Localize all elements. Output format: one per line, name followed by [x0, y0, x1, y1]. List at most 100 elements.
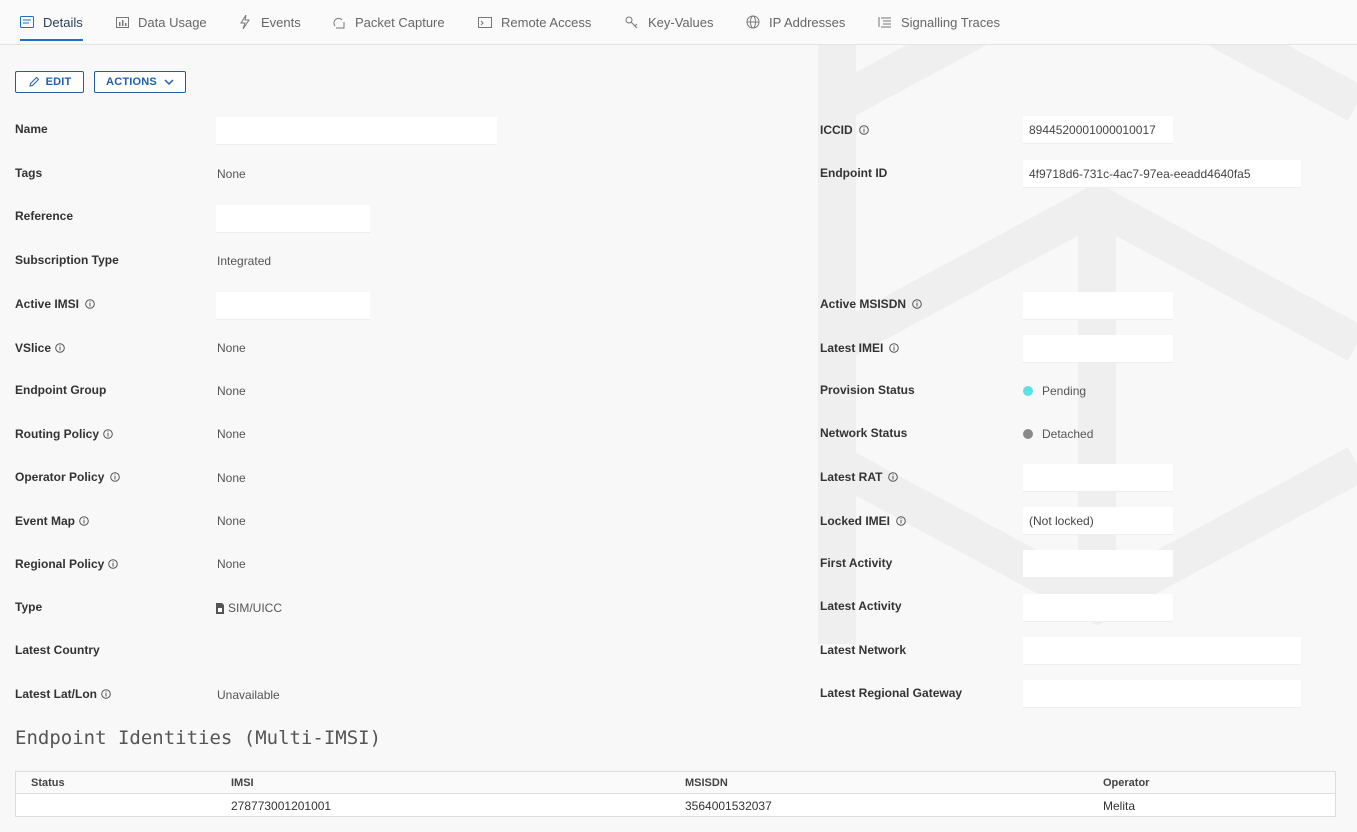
actions-label: ACTIONS [106, 76, 157, 88]
info-icon[interactable] [912, 299, 922, 309]
active-imsi-value [216, 292, 370, 320]
type-value: SIM/UICC [216, 601, 282, 615]
latest-network-label: Latest Network [820, 643, 907, 657]
subscription-type-value: Integrated [217, 254, 272, 268]
latest-imei-label: Latest IMEI [820, 341, 900, 355]
info-icon[interactable] [858, 125, 869, 135]
tab-label: IP Addresses [769, 14, 846, 30]
info-icon[interactable] [108, 559, 119, 569]
chevron-down-icon [164, 78, 174, 86]
endpoint-group-value: None [217, 384, 246, 398]
latest-rat-value [1023, 464, 1173, 492]
tab-label: Events [261, 14, 301, 30]
table-header: Status IMSI MSISDN Operator [16, 772, 1335, 794]
column-header-msisdn[interactable]: MSISDN [685, 777, 728, 789]
locked-imei-value: (Not locked) [1023, 507, 1173, 535]
regional-policy-label: Regional Policy [15, 557, 119, 571]
latest-lat-lon-label: Latest Lat/Lon [15, 687, 111, 701]
key-icon [625, 15, 639, 29]
info-icon[interactable] [103, 429, 113, 439]
regional-policy-value: None [217, 557, 246, 571]
provision-status-label: Provision Status [820, 383, 915, 397]
latest-imei-value [1023, 335, 1173, 363]
info-icon[interactable] [888, 472, 899, 482]
operator-policy-value: None [217, 471, 246, 485]
active-msisdn-label: Active MSISDN [820, 297, 922, 311]
vslice-value: None [217, 341, 246, 355]
tab-details[interactable]: Details [20, 0, 83, 44]
event-map-label: Event Map [15, 514, 89, 528]
capture-icon [332, 15, 346, 29]
latest-regional-gateway-value [1023, 680, 1301, 708]
globe-icon [746, 15, 760, 29]
pencil-icon [28, 76, 40, 88]
column-header-status[interactable]: Status [31, 777, 65, 789]
column-header-imsi[interactable]: IMSI [231, 777, 254, 789]
latest-country-label: Latest Country [15, 643, 100, 657]
tags-value: None [217, 167, 246, 181]
identities-table: Status IMSI MSISDN Operator 278773001201… [15, 771, 1336, 817]
info-icon[interactable] [896, 516, 906, 526]
info-icon[interactable] [79, 516, 89, 526]
latest-regional-gateway-label: Latest Regional Gateway [820, 686, 963, 700]
tab-label: Details [43, 14, 83, 30]
endpoint-group-label: Endpoint Group [15, 383, 107, 397]
routing-policy-value: None [217, 427, 246, 441]
tab-label: Signalling Traces [901, 14, 1000, 30]
tab-packet-capture[interactable]: Packet Capture [332, 0, 445, 44]
tags-label: Tags [15, 166, 43, 180]
tab-bar: Details Data Usage Events Packet Capture… [0, 0, 1357, 45]
tab-key-values[interactable]: Key-Values [625, 0, 714, 44]
tab-remote-access[interactable]: Remote Access [478, 0, 591, 44]
lightning-icon [238, 15, 252, 29]
edit-button[interactable]: EDIT [15, 71, 84, 93]
latest-activity-label: Latest Activity [820, 599, 902, 613]
iccid-label: ICCID [820, 123, 869, 137]
endpoint-id-value: 4f9718d6-731c-4ac7-97ea-eeadd4640fa5 [1023, 160, 1301, 188]
first-activity-value [1023, 550, 1173, 578]
actions-button[interactable]: ACTIONS [94, 71, 186, 93]
info-icon[interactable] [85, 299, 95, 309]
endpoint-identities-title: Endpoint Identities (Multi-IMSI) [15, 727, 382, 749]
locked-imei-label: Locked IMEI [820, 514, 906, 528]
tab-ip-addresses[interactable]: IP Addresses [746, 0, 845, 44]
status-dot [1023, 429, 1033, 439]
row-msisdn: 3564001532037 [685, 799, 772, 813]
name-label: Name [15, 122, 48, 136]
latest-network-value [1023, 637, 1301, 665]
tab-data-usage[interactable]: Data Usage [115, 0, 207, 44]
list-icon [878, 15, 892, 29]
event-map-value: None [217, 514, 246, 528]
active-imsi-label: Active IMSI [15, 297, 95, 311]
row-imsi: 278773001201001 [231, 799, 332, 813]
tab-signalling-traces[interactable]: Signalling Traces [878, 0, 1000, 44]
chart-icon [115, 15, 129, 29]
info-icon[interactable] [55, 343, 65, 353]
tab-label: Remote Access [501, 14, 592, 30]
tab-label: Key-Values [648, 14, 714, 30]
provision-status-value: Pending [1023, 384, 1086, 398]
edit-label: EDIT [45, 76, 72, 88]
name-value [216, 117, 497, 145]
routing-policy-label: Routing Policy [15, 427, 113, 441]
subscription-type-label: Subscription Type [15, 253, 119, 267]
network-status-value: Detached [1023, 427, 1093, 441]
info-icon[interactable] [110, 472, 121, 482]
row-operator: Melita [1103, 799, 1136, 813]
network-status-label: Network Status [820, 426, 908, 440]
operator-policy-label: Operator Policy [15, 470, 121, 484]
iccid-value: 8944520001000010017 [1023, 116, 1173, 144]
status-dot [1023, 386, 1033, 396]
column-header-operator[interactable]: Operator [1103, 777, 1149, 789]
tab-events[interactable]: Events [238, 0, 301, 44]
type-label: Type [15, 600, 43, 614]
endpoint-id-label: Endpoint ID [820, 166, 888, 180]
info-icon[interactable] [889, 343, 900, 353]
info-icon[interactable] [101, 689, 111, 699]
sim-card-icon [216, 602, 224, 614]
tab-label: Packet Capture [355, 14, 445, 30]
terminal-icon [478, 15, 492, 29]
active-msisdn-value [1023, 292, 1173, 320]
first-activity-label: First Activity [820, 556, 893, 570]
tab-label: Data Usage [138, 14, 207, 30]
